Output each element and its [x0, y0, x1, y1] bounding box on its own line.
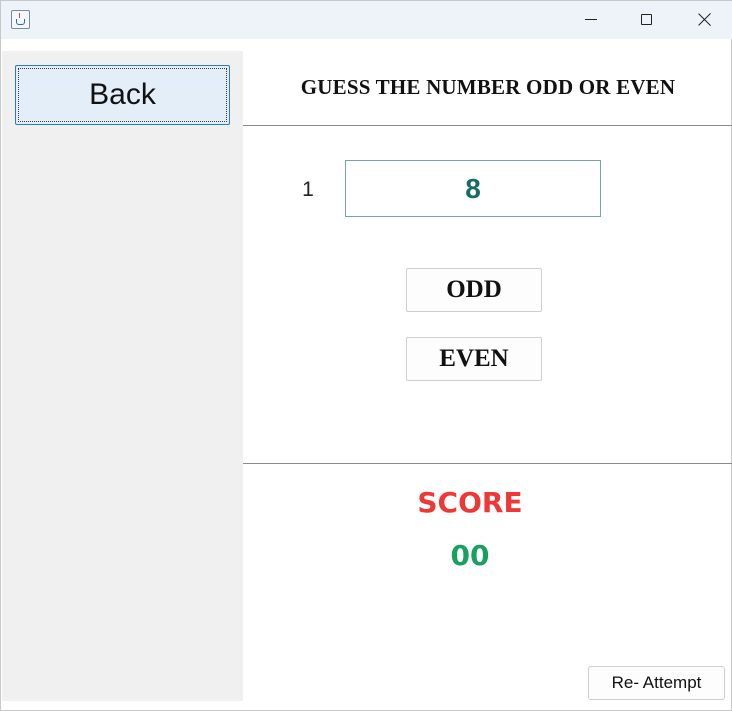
score-value: 00	[450, 539, 490, 572]
maximize-button[interactable]	[624, 1, 670, 39]
minimize-icon	[585, 19, 597, 20]
minimize-button[interactable]	[568, 1, 614, 39]
java-app-icon[interactable]	[11, 10, 30, 29]
close-button[interactable]	[682, 1, 728, 39]
java-steam-mark	[19, 13, 22, 18]
sidebar-panel	[2, 51, 243, 701]
top-divider	[243, 125, 732, 126]
page-title: GUESS THE NUMBER ODD OR EVEN	[300, 75, 676, 99]
score-label: SCORE	[417, 486, 523, 519]
bottom-divider	[243, 463, 732, 464]
close-icon	[698, 12, 712, 26]
reattempt-button[interactable]: Re- Attempt	[588, 666, 725, 700]
java-cup-mark	[16, 19, 25, 25]
app-window: Back GUESS THE NUMBER ODD OR EVEN 1 8 OD…	[0, 0, 732, 711]
number-display: 8	[345, 160, 601, 217]
title-bar[interactable]	[1, 1, 732, 39]
back-button[interactable]: Back	[15, 65, 230, 125]
odd-button[interactable]: ODD	[406, 268, 542, 312]
maximize-icon	[641, 14, 652, 25]
attempt-counter: 1	[302, 178, 314, 201]
even-button[interactable]: EVEN	[406, 337, 542, 381]
